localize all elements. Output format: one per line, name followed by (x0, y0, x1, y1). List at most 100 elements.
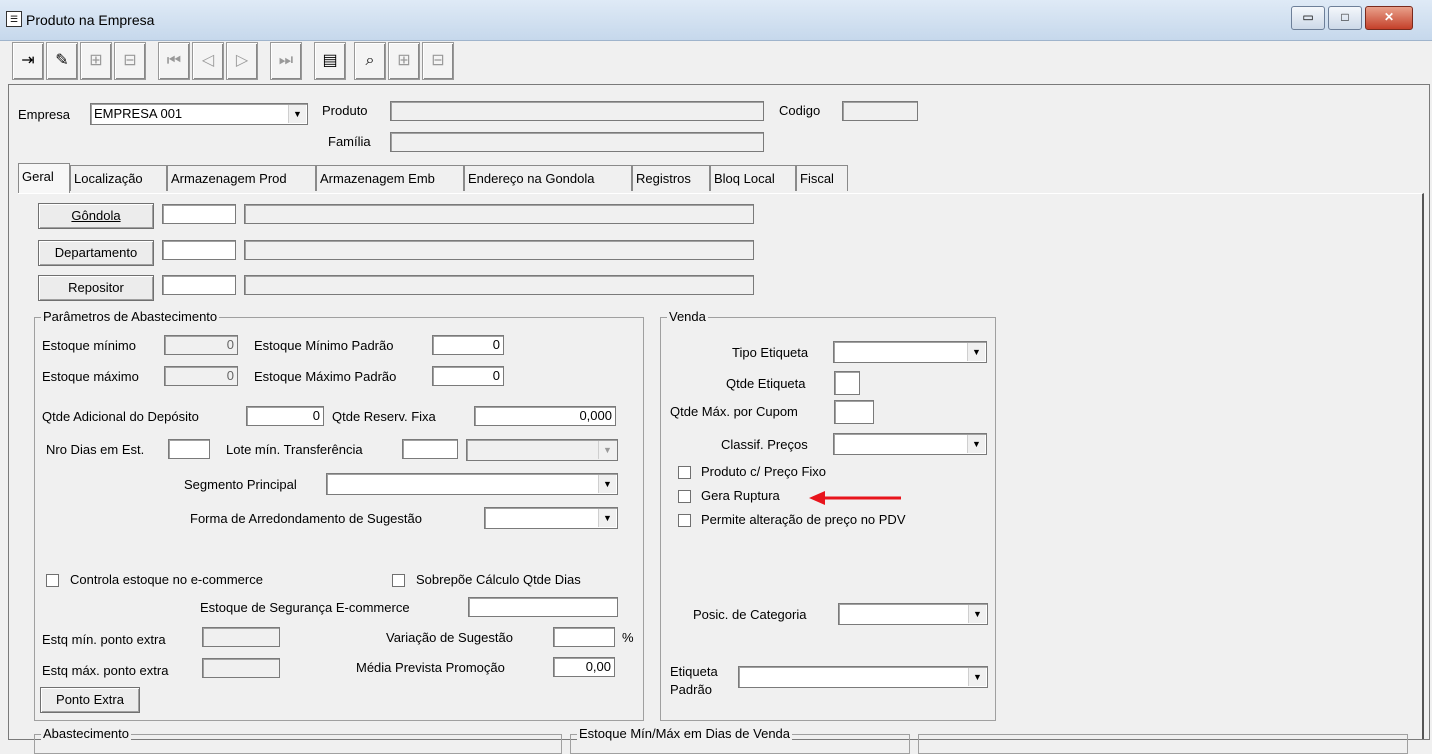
estq-max-extra-label: Estq máx. ponto extra (42, 663, 169, 678)
produto-field[interactable] (390, 101, 764, 121)
empresa-select[interactable]: EMPRESA 001 ▼ (90, 103, 308, 125)
empresa-label: Empresa (18, 107, 71, 122)
maximize-button[interactable]: □ (1328, 6, 1362, 30)
gondola-code-field[interactable] (162, 204, 236, 224)
tab-endereco-na-gondola[interactable]: Endereço na Gondola (464, 165, 632, 191)
estq-max-extra-field[interactable] (202, 658, 280, 678)
preco-fixo-checkbox[interactable] (678, 466, 691, 479)
departamento-code-field[interactable] (162, 240, 236, 260)
etiqueta-padrao-label: Padrão (670, 682, 712, 697)
title-bar: ☰ Produto na Empresa ▭ □ ✕ (0, 0, 1432, 41)
gera-ruptura-label: Gera Ruptura (701, 488, 780, 503)
tab-bloq-local[interactable]: Bloq Local (710, 165, 796, 191)
media-prevista-field[interactable]: 0,00 (553, 657, 615, 677)
tab-armazenagem-prod[interactable]: Armazenagem Prod (167, 165, 316, 191)
controla-ecommerce-label: Controla estoque no e-commerce (70, 572, 263, 587)
prev-record-button[interactable]: ◁ (192, 42, 224, 80)
estoque-maximo-padrao-field[interactable]: 0 (432, 366, 504, 386)
lote-min-field[interactable] (402, 439, 458, 459)
repositor-button[interactable]: Repositor (38, 275, 154, 301)
chevron-down-icon[interactable]: ▼ (968, 605, 986, 623)
gondola-button[interactable]: Gôndola (38, 203, 154, 229)
chevron-down-icon[interactable]: ▼ (288, 105, 306, 123)
extra-group (918, 734, 1408, 754)
familia-label: Família (328, 134, 371, 149)
list-button[interactable]: ▤ (314, 42, 346, 80)
red-arrow-annotation (809, 491, 901, 505)
forma-arred-select[interactable]: ▼ (484, 507, 618, 529)
tab-armazenagem-emb[interactable]: Armazenagem Emb (316, 165, 464, 191)
first-record-button[interactable]: ⏮ (158, 42, 190, 80)
estoque-seg-label: Estoque de Segurança E-commerce (200, 600, 410, 615)
qtde-adicional-field[interactable]: 0 (246, 406, 324, 426)
estq-min-extra-field[interactable] (202, 627, 280, 647)
nro-dias-field[interactable] (168, 439, 210, 459)
estoque-minimo-field[interactable]: 0 (164, 335, 238, 355)
estoque-minimo-padrao-field[interactable]: 0 (432, 335, 504, 355)
qtde-reserv-label: Qtde Reserv. Fixa (332, 409, 436, 424)
variacao-label: Variação de Sugestão (386, 630, 513, 645)
abastecimento-group-title: Abastecimento (41, 726, 131, 741)
grid-remove-button[interactable]: ⊟ (422, 42, 454, 80)
chevron-down-icon[interactable]: ▼ (598, 475, 616, 493)
insert-icon: ⊞ (89, 52, 103, 69)
variacao-field[interactable] (553, 627, 615, 647)
sobrepoe-label: Sobrepõe Cálculo Qtde Dias (416, 572, 581, 587)
estq-min-extra-label: Estq mín. ponto extra (42, 632, 166, 647)
estoque-minmax-group: Estoque Mín/Máx em Dias de Venda (570, 726, 910, 754)
etiqueta-label: Etiqueta (670, 664, 718, 679)
grid-add-icon: ⊞ (397, 52, 411, 69)
classif-precos-select[interactable]: ▼ (833, 433, 987, 455)
chevron-down-icon[interactable]: ▼ (968, 668, 986, 686)
chevron-down-icon[interactable]: ▼ (967, 343, 985, 361)
codigo-field[interactable] (842, 101, 918, 121)
tipo-etiqueta-select[interactable]: ▼ (833, 341, 987, 363)
close-button[interactable]: ✕ (1365, 6, 1413, 30)
etiqueta-padrao-select[interactable]: ▼ (738, 666, 988, 688)
tab-fiscal[interactable]: Fiscal (796, 165, 848, 191)
tab-registros[interactable]: Registros (632, 165, 710, 191)
insert-button[interactable]: ⊞ (80, 42, 112, 80)
exit-button[interactable]: ⇥ (12, 42, 44, 80)
qtde-etiqueta-field[interactable] (834, 371, 860, 395)
last-record-button[interactable]: ⏭ (270, 42, 302, 80)
chevron-down-icon[interactable]: ▼ (598, 509, 616, 527)
estoque-minmax-group-title: Estoque Mín/Máx em Dias de Venda (577, 726, 793, 741)
permite-alteracao-checkbox[interactable] (678, 514, 691, 527)
chevron-down-icon[interactable]: ▼ (967, 435, 985, 453)
estoque-seg-field[interactable] (468, 597, 618, 617)
posic-categoria-select[interactable]: ▼ (838, 603, 988, 625)
estoque-maximo-field[interactable]: 0 (164, 366, 238, 386)
grid-add-button[interactable]: ⊞ (388, 42, 420, 80)
qtde-etiqueta-label: Qtde Etiqueta (726, 376, 806, 391)
lote-unit-select[interactable]: ▼ (466, 439, 618, 461)
gondola-button-label: Gôndola (71, 208, 121, 223)
next-record-button[interactable]: ▷ (226, 42, 258, 80)
segmento-label: Segmento Principal (184, 477, 297, 492)
eraser-button[interactable]: ✎ (46, 42, 78, 80)
qtde-max-cupom-field[interactable] (834, 400, 874, 424)
list-icon: ▤ (322, 52, 338, 69)
departamento-button[interactable]: Departamento (38, 240, 154, 266)
qtde-reserv-field[interactable]: 0,000 (474, 406, 616, 426)
minimize-button[interactable]: ▭ (1291, 6, 1325, 30)
familia-field[interactable] (390, 132, 764, 152)
chevron-down-icon[interactable]: ▼ (598, 441, 616, 459)
binoculars-icon: ⌕ (365, 52, 375, 69)
delete-button[interactable]: ⊟ (114, 42, 146, 80)
grid-remove-icon: ⊟ (431, 52, 445, 69)
delete-icon: ⊟ (123, 52, 137, 69)
classif-precos-label: Classif. Preços (721, 437, 808, 452)
codigo-label: Codigo (779, 103, 821, 118)
controla-ecommerce-checkbox[interactable] (46, 574, 59, 587)
binoculars-button[interactable]: ⌕ (354, 42, 386, 80)
gera-ruptura-checkbox[interactable] (678, 490, 691, 503)
repositor-code-field[interactable] (162, 275, 236, 295)
tab-geral[interactable]: Geral (18, 163, 70, 193)
sobrepoe-checkbox[interactable] (392, 574, 405, 587)
repositor-desc-field (244, 275, 754, 295)
ponto-extra-button[interactable]: Ponto Extra (40, 687, 140, 713)
tab-localizacao[interactable]: Localização (70, 165, 167, 191)
gondola-desc-field (244, 204, 754, 224)
segmento-select[interactable]: ▼ (326, 473, 618, 495)
